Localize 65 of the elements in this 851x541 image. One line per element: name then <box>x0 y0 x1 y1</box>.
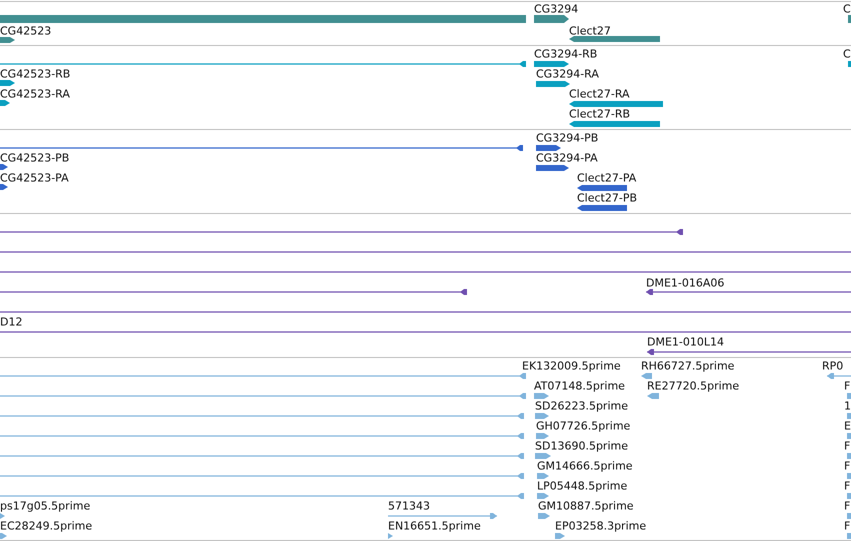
feature-label: CG3294 <box>534 2 578 16</box>
feature-label: F <box>844 480 850 492</box>
feature-label: AT07148.5prime <box>534 380 625 392</box>
feature-glyph[interactable] <box>534 61 569 67</box>
feature-label: 1 <box>844 400 851 412</box>
feature-label: F <box>844 440 850 452</box>
feature-label: CG3294-RB <box>534 48 598 60</box>
feature-glyph[interactable] <box>0 61 526 67</box>
feature-label: Clect27 <box>569 24 611 38</box>
feature-label: Clect27-RB <box>569 108 630 120</box>
feature-label: GH07726.5prime <box>536 420 630 432</box>
feature-glyph[interactable] <box>0 100 10 106</box>
feature-label: RP0 <box>822 360 844 372</box>
feature-glyph[interactable] <box>0 184 8 190</box>
feature-glyph[interactable] <box>0 80 15 86</box>
feature-glyph[interactable] <box>0 164 8 170</box>
feature-label: RH66727.5prime <box>641 360 734 372</box>
feature-label: C <box>843 2 851 16</box>
feature-glyph[interactable] <box>569 121 660 127</box>
feature-label: Clect27-RA <box>569 88 630 100</box>
feature-label: EK132009.5prime <box>522 360 621 372</box>
feature-label: Clect27-PB <box>577 192 638 204</box>
feature-label: F <box>844 520 850 532</box>
feature-glyph[interactable] <box>569 36 660 42</box>
feature-label: CG3294-PA <box>536 152 598 164</box>
feature-label: EP03258.3prime <box>555 520 646 532</box>
feature-label: CG42523 <box>0 24 52 38</box>
feature-label: C <box>843 48 851 60</box>
feature-label: SD26223.5prime <box>535 400 628 412</box>
feature-label: DME1-016A06 <box>646 276 724 290</box>
feature-label: F <box>844 380 850 392</box>
feature-glyph[interactable] <box>0 37 15 43</box>
feature-label: 571343 <box>388 500 430 512</box>
feature-label: GM10887.5prime <box>538 500 634 512</box>
feature-label: GM14666.5prime <box>537 460 633 472</box>
feature-glyph[interactable] <box>569 101 663 107</box>
feature-label: CG3294-RA <box>536 68 599 80</box>
feature-label: D12 <box>0 316 22 328</box>
feature-glyph[interactable] <box>577 205 627 211</box>
feature-label: DME1-010L14 <box>647 336 724 348</box>
feature-glyph[interactable] <box>647 349 851 355</box>
feature-label: SD13690.5prime <box>535 440 628 452</box>
feature-glyph[interactable] <box>536 81 570 87</box>
feature-label: CG42523-RA <box>0 88 70 100</box>
feature-glyph[interactable] <box>534 15 569 23</box>
feature-glyph[interactable] <box>0 289 467 295</box>
feature-label: F <box>844 500 850 512</box>
feature-label: RE27720.5prime <box>647 380 740 392</box>
feature-label: F <box>844 460 850 472</box>
feature-glyph[interactable] <box>536 165 569 171</box>
feature-glyph[interactable] <box>0 145 523 151</box>
feature-label: CG42523-PA <box>0 172 69 184</box>
feature-label: ps17g05.5prime <box>0 500 90 512</box>
feature-label: E <box>844 420 851 432</box>
feature-label: LP05448.5prime <box>537 480 628 492</box>
feature-label: CG42523-PB <box>0 152 70 164</box>
feature-glyph[interactable] <box>577 185 627 191</box>
feature-label: EC28249.5prime <box>0 520 92 532</box>
feature-label: CG3294-PB <box>536 132 598 144</box>
feature-label: CG42523-RB <box>0 68 70 80</box>
feature-label: EN16651.5prime <box>388 520 481 532</box>
feature-glyph[interactable] <box>646 289 851 295</box>
feature-label: Clect27-PA <box>577 172 636 184</box>
feature-glyph[interactable] <box>0 229 683 235</box>
feature-glyph[interactable] <box>536 145 561 151</box>
